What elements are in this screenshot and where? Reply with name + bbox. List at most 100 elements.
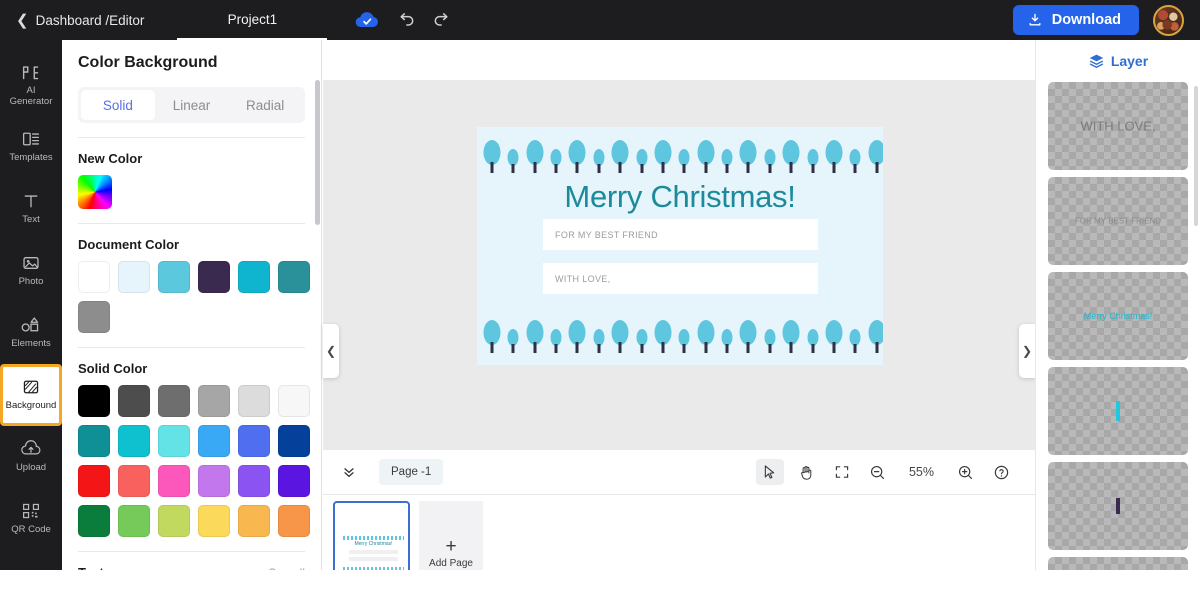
- plus-icon: +: [445, 535, 457, 557]
- tree-icon: [611, 319, 629, 353]
- layer-merry-christmas[interactable]: Merry Christmas!: [1048, 272, 1188, 360]
- pan-tool-button[interactable]: [792, 459, 820, 485]
- card-field-recipient[interactable]: FOR MY BEST FRIEND: [543, 219, 818, 250]
- tab-project1[interactable]: Project1: [177, 0, 328, 40]
- tab-radial[interactable]: Radial: [228, 90, 302, 120]
- solid-color-swatch-15[interactable]: [198, 465, 230, 497]
- document-color-swatch-4[interactable]: [238, 261, 270, 293]
- tree-icon: [483, 139, 501, 173]
- sidebar-item-ai-generator[interactable]: AI Generator: [0, 54, 62, 116]
- help-button[interactable]: [987, 459, 1015, 485]
- page-thumbnail-preview: Merry Christmas!: [340, 534, 407, 575]
- solid-color-swatch-2[interactable]: [158, 385, 190, 417]
- chevron-right-icon: ❯: [1021, 344, 1033, 358]
- solid-color-swatch-23[interactable]: [278, 505, 310, 537]
- back-to-dashboard-link[interactable]: ❮ Dashboard /Editor: [16, 13, 144, 28]
- solid-color-swatch-4[interactable]: [238, 385, 270, 417]
- solid-color-swatch-17[interactable]: [278, 465, 310, 497]
- solid-color-swatch-8[interactable]: [158, 425, 190, 457]
- collapse-left-panel-button[interactable]: ❮: [323, 324, 339, 378]
- fit-screen-button[interactable]: [828, 459, 856, 485]
- layer-for-my-best-friend[interactable]: FOR MY BEST FRIEND: [1048, 177, 1188, 265]
- zoom-in-button[interactable]: [951, 459, 979, 485]
- sidebar-item-background[interactable]: Background: [0, 364, 62, 426]
- zoom-out-button[interactable]: [864, 459, 892, 485]
- document-color-swatch-0[interactable]: [78, 261, 110, 293]
- solid-color-swatch-5[interactable]: [278, 385, 310, 417]
- sidebar-item-elements[interactable]: Elements: [0, 302, 62, 364]
- layer-dark-bar[interactable]: [1048, 462, 1188, 550]
- tree-icon: [547, 319, 565, 353]
- solid-color-swatch-3[interactable]: [198, 385, 230, 417]
- solid-color-swatch-12[interactable]: [78, 465, 110, 497]
- solid-color-swatch-20[interactable]: [158, 505, 190, 537]
- document-color-swatch-5[interactable]: [278, 261, 310, 293]
- sidebar-item-templates[interactable]: Templates: [0, 116, 62, 178]
- help-circle-icon: [994, 465, 1008, 479]
- solid-color-swatch-16[interactable]: [238, 465, 270, 497]
- ai-generator-icon: [22, 66, 39, 80]
- solid-color-swatch-11[interactable]: [278, 425, 310, 457]
- layer-panel-scrollbar[interactable]: [1194, 86, 1198, 226]
- cloud-check-icon[interactable]: [354, 10, 380, 30]
- new-color-picker[interactable]: [78, 175, 112, 209]
- layer-cyan-bar[interactable]: [1048, 367, 1188, 455]
- layer-panel-title: Layer: [1110, 53, 1149, 69]
- add-page-label: Add Page: [429, 557, 473, 569]
- double-chevron-down-icon[interactable]: [341, 464, 357, 480]
- document-color-swatch-3[interactable]: [198, 261, 230, 293]
- editor-app: ❮ Dashboard /Editor Project1 Download AI…: [0, 0, 1200, 610]
- layer-with-love[interactable]: WITH LOVE,: [1048, 82, 1188, 170]
- background-icon: [23, 380, 39, 394]
- solid-color-swatch-6[interactable]: [78, 425, 110, 457]
- chevron-left-icon: ❮: [16, 11, 29, 29]
- tree-icon: [675, 319, 693, 353]
- sidebar-item-upload[interactable]: Upload: [0, 426, 62, 488]
- panel-scrollbar[interactable]: [315, 80, 320, 225]
- zoom-in-icon: [958, 465, 972, 479]
- sidebar-item-label: Background: [5, 400, 57, 412]
- hand-icon: [801, 465, 812, 480]
- canvas-toolbar: Page -1 55%: [323, 450, 1035, 495]
- download-label: Download: [1051, 12, 1121, 28]
- sidebar-item-photo[interactable]: Photo: [0, 240, 62, 302]
- tab-linear[interactable]: Linear: [155, 90, 229, 120]
- undo-arrow-icon[interactable]: [396, 10, 416, 30]
- document-color-swatch-6[interactable]: [78, 301, 110, 333]
- tab-solid[interactable]: Solid: [81, 90, 155, 120]
- collapse-right-panel-button[interactable]: ❯: [1019, 324, 1035, 378]
- design-card[interactable]: Merry Christmas! FOR MY BEST FRIEND WITH…: [477, 127, 883, 365]
- document-color-swatch-1[interactable]: [118, 261, 150, 293]
- solid-color-swatch-1[interactable]: [118, 385, 150, 417]
- solid-color-swatch-21[interactable]: [198, 505, 230, 537]
- mini-card-title: Merry Christmas!: [354, 541, 393, 547]
- document-color-swatch-2[interactable]: [158, 261, 190, 293]
- tree-icon: [868, 139, 883, 173]
- upload-cloud-icon: [21, 440, 41, 455]
- tree-icon: [504, 139, 522, 173]
- solid-color-swatch-0[interactable]: [78, 385, 110, 417]
- card-field-signoff[interactable]: WITH LOVE,: [543, 263, 818, 294]
- solid-color-swatch-10[interactable]: [238, 425, 270, 457]
- solid-color-swatch-9[interactable]: [198, 425, 230, 457]
- zoom-out-icon: [871, 465, 885, 479]
- fit-screen-icon: [835, 466, 849, 478]
- card-title[interactable]: Merry Christmas!: [477, 179, 883, 215]
- redo-arrow-icon[interactable]: [432, 10, 452, 30]
- solid-color-swatch-19[interactable]: [118, 505, 150, 537]
- solid-color-swatch-22[interactable]: [238, 505, 270, 537]
- select-tool-button[interactable]: [755, 459, 784, 485]
- sidebar-item-text[interactable]: Text: [0, 178, 62, 240]
- canvas-area[interactable]: Merry Christmas! FOR MY BEST FRIEND WITH…: [323, 80, 1035, 450]
- download-button[interactable]: Download: [1012, 5, 1139, 35]
- avatar[interactable]: [1153, 4, 1184, 36]
- page-chip[interactable]: Page -1: [379, 459, 444, 485]
- divider: [78, 137, 305, 138]
- solid-color-swatch-13[interactable]: [118, 465, 150, 497]
- sidebar-item-qr-code[interactable]: QR Code: [0, 488, 62, 550]
- elements-icon: [21, 317, 39, 332]
- solid-color-swatch-7[interactable]: [118, 425, 150, 457]
- tree-icon: [526, 319, 544, 353]
- solid-color-swatch-14[interactable]: [158, 465, 190, 497]
- solid-color-swatch-18[interactable]: [78, 505, 110, 537]
